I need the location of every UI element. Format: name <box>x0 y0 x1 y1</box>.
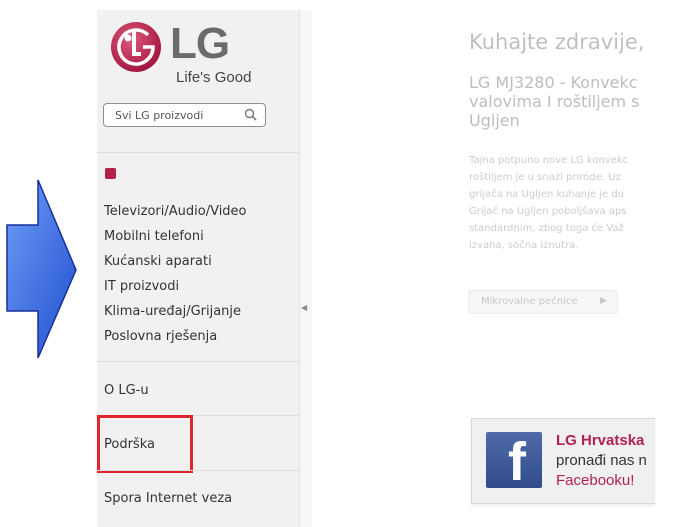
sidebar-item-slow-connection[interactable]: Spora Internet veza <box>104 491 232 507</box>
pointer-arrow-icon <box>6 179 77 359</box>
sidebar-collapse-strip[interactable] <box>300 10 312 527</box>
support-highlight-box <box>97 415 193 473</box>
chevron-right-icon[interactable]: ▶ <box>600 295 607 308</box>
product-title-line[interactable]: valovima I roštiljem s <box>469 92 640 111</box>
sidebar-item-mobilni[interactable]: Mobilni telefoni <box>104 229 204 245</box>
sidebar-item-it[interactable]: IT proizvodi <box>104 279 179 295</box>
page-title: Kuhajte zdravije, <box>469 30 645 54</box>
sidebar-item-klima[interactable]: Klima-uređaj/Grijanje <box>104 304 241 320</box>
facebook-text: pronađi nas n <box>556 452 647 469</box>
sidebar-item-kucanski[interactable]: Kućanski aparati <box>104 254 212 270</box>
facebook-title[interactable]: LG Hrvatska <box>556 432 655 450</box>
product-description-line: izvana, sočna iznutra. <box>469 240 579 251</box>
chevron-left-icon[interactable]: ◀ <box>301 303 307 313</box>
product-description-line: Tajna potpuno nove LG konvekc <box>469 155 629 166</box>
sidebar-item-poslovna[interactable]: Poslovna rješenja <box>104 329 217 345</box>
lg-logo-text[interactable]: LG <box>170 18 230 70</box>
microwave-category-label[interactable]: Mikrovalne pećnice <box>481 295 577 308</box>
lg-logo-icon[interactable] <box>110 21 162 73</box>
facebook-icon-letter: f <box>508 432 526 492</box>
product-title-line[interactable]: LG MJ3280 - Konvekc <box>469 73 638 92</box>
sidebar-divider <box>97 470 299 471</box>
product-description-line: roštiljem je u snazi prirode. Uz <box>469 172 621 183</box>
sidebar-divider <box>97 152 299 153</box>
facebook-link[interactable]: Facebooku! <box>556 472 655 490</box>
product-description-line: Grijač na Ugljen poboljšava aps <box>469 206 627 217</box>
product-title-line[interactable]: Ugljen <box>469 111 520 130</box>
sidebar-item-televizori[interactable]: Televizori/Audio/Video <box>104 204 247 220</box>
product-description-line: standardnim, zbog toga će Važ <box>469 223 624 234</box>
category-square-icon <box>105 168 116 179</box>
sidebar-divider <box>97 361 299 362</box>
search-icon[interactable] <box>244 108 257 121</box>
product-description-line: grijača na Ugljen kuhanje je du <box>469 189 625 200</box>
brand-tagline: Life's Good <box>176 69 252 86</box>
sidebar-item-about[interactable]: O LG-u <box>104 383 149 399</box>
search-placeholder[interactable]: Svi LG proizvodi <box>115 109 203 123</box>
